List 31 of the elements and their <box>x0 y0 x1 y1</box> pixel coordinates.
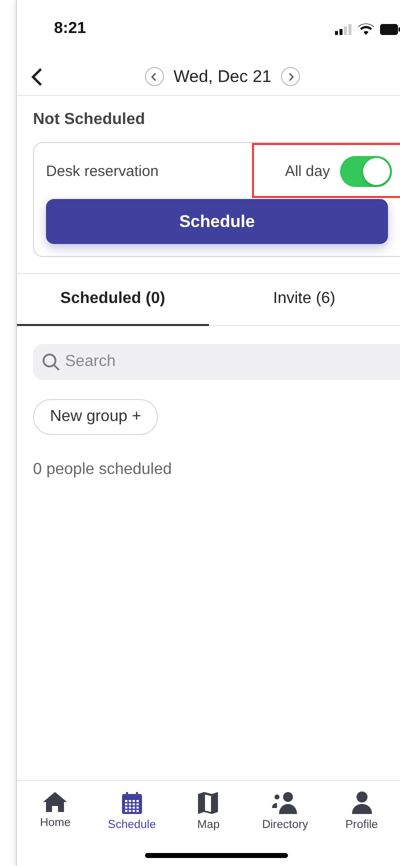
tab[interactable]: Scheduled (0) <box>17 274 208 326</box>
next-day-button[interactable] <box>281 67 300 86</box>
chevron-left-icon <box>150 72 158 82</box>
people-icon <box>271 791 300 815</box>
nav-item[interactable]: Profile <box>323 791 400 835</box>
nav-item[interactable]: Schedule <box>94 791 170 835</box>
status-time: 8:21 <box>54 20 86 38</box>
search-field[interactable]: Search <box>33 344 400 380</box>
nav-item[interactable]: Home <box>17 791 94 835</box>
date-title: Wed, Dec 21 <box>174 66 272 86</box>
person-icon <box>350 791 373 815</box>
search-icon <box>42 353 60 371</box>
schedule-button[interactable]: Schedule <box>46 199 388 244</box>
map-icon <box>197 791 220 815</box>
calendar-icon <box>120 791 144 815</box>
new-group-button[interactable]: New group + <box>33 399 158 435</box>
battery-icon <box>380 24 400 34</box>
nav-item[interactable]: Map <box>170 791 247 835</box>
all-day-toggle[interactable] <box>340 156 392 186</box>
previous-day-button[interactable] <box>144 67 164 86</box>
section-title: Not Scheduled <box>32 110 146 130</box>
reservation-label: Desk reservation <box>46 162 159 180</box>
home-icon <box>42 791 68 813</box>
wifi-icon <box>358 23 374 35</box>
nav-item[interactable]: Directory <box>246 791 324 835</box>
signal-icon <box>335 24 352 34</box>
scheduled-count: 0 people scheduled <box>33 461 173 479</box>
back-icon[interactable] <box>31 66 43 86</box>
tab[interactable]: Invite (6) <box>208 274 400 326</box>
chevron-right-icon <box>286 72 295 82</box>
all-day-label: All day <box>284 162 330 180</box>
